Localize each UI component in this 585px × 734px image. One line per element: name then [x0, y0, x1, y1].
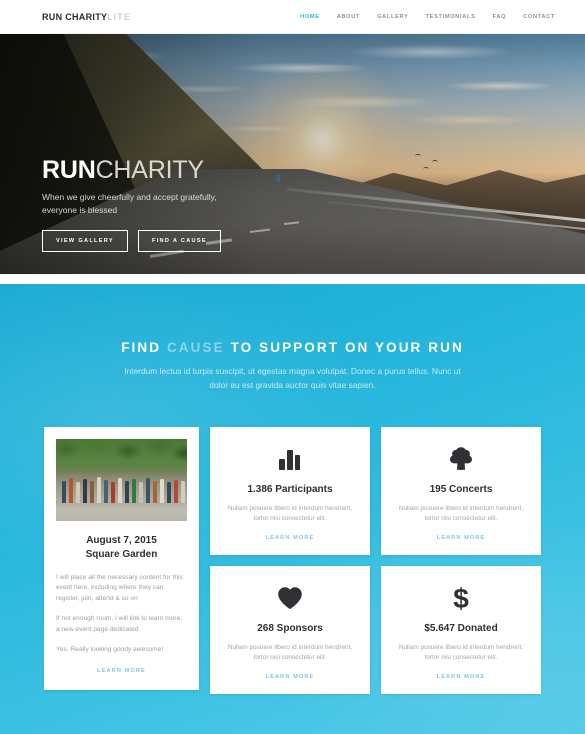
- hero-title-bold: RUN: [42, 155, 96, 184]
- section-title: FIND CAUSE TO SUPPORT ON YOUR RUN: [0, 340, 585, 355]
- nav-item-home[interactable]: HOME: [300, 14, 320, 20]
- crowd-figure: [97, 476, 101, 503]
- heart-icon: [224, 583, 356, 613]
- crowd-figure: [125, 480, 129, 503]
- stat-learn-more-link[interactable]: LEARN MORE: [395, 674, 527, 680]
- nav-item-about[interactable]: ABOUT: [337, 14, 360, 20]
- crowd-figure: [146, 477, 150, 503]
- event-learn-more-link[interactable]: LEARN MORE: [56, 668, 187, 674]
- main-navigation: HOME ABOUT GALLERY TESTIMONIALS FAQ CONT…: [300, 14, 555, 20]
- event-photo: [56, 438, 187, 521]
- crowd-figure: [160, 478, 164, 503]
- crowd-figure: [153, 480, 157, 503]
- stat-learn-more-link[interactable]: LEARN MORE: [395, 535, 527, 541]
- stat-learn-more-link[interactable]: LEARN MORE: [224, 674, 356, 680]
- nav-item-contact[interactable]: CONTACT: [523, 14, 555, 20]
- event-paragraph-2: If not enough room, I will link to learn…: [56, 615, 183, 634]
- crowd-figure: [139, 481, 143, 503]
- crowd-figure: [132, 478, 136, 503]
- crowd-figure: [76, 481, 80, 503]
- nav-item-gallery[interactable]: GALLERY: [377, 14, 408, 20]
- crowd-figure: [174, 479, 178, 503]
- event-paragraph-1: I will place all the necessary content f…: [56, 573, 183, 603]
- crowd-figure: [181, 480, 185, 503]
- hero-title: RUNCHARITY: [42, 155, 227, 184]
- crowd-figure: [118, 477, 122, 503]
- crowd-figure: [111, 481, 115, 503]
- hero-button-group: VIEW GALLERY FIND A CAUSE: [42, 230, 227, 252]
- view-gallery-button[interactable]: VIEW GALLERY: [42, 230, 128, 252]
- nav-item-faq[interactable]: FAQ: [493, 14, 507, 20]
- site-logo[interactable]: RUN CHARITYLITE: [42, 12, 131, 22]
- find-a-cause-button[interactable]: FIND A CAUSE: [137, 230, 221, 252]
- find-cause-section: FIND CAUSE TO SUPPORT ON YOUR RUN Interd…: [0, 284, 585, 734]
- event-date: August 7, 2015: [86, 534, 157, 546]
- section-divider: [0, 274, 585, 284]
- stat-title: $5.647 Donated: [424, 622, 498, 634]
- stat-card-sponsors: 268 Sponsors Nullam posuere libero id in…: [210, 565, 370, 694]
- stat-description: Nullam posuere libero id interdum hendre…: [227, 504, 353, 523]
- section-title-part2: CAUSE: [166, 340, 225, 355]
- event-title: August 7, 2015 Square Garden: [56, 534, 187, 562]
- stat-card-donated: $ $5.647 Donated Nullam posuere libero i…: [381, 565, 541, 694]
- hero-title-light: CHARITY: [95, 155, 205, 184]
- hero-content: RUNCHARITY When we give cheerfully and a…: [42, 155, 227, 252]
- logo-secondary-text: LITE: [107, 11, 132, 22]
- stat-card-participants: 1.386 Participants Nullam posuere libero…: [210, 426, 370, 555]
- stat-title: 195 Concerts: [429, 483, 493, 495]
- stat-title: 1.386 Participants: [247, 483, 333, 495]
- stat-card-concerts: 195 Concerts Nullam posuere libero id in…: [381, 426, 541, 555]
- photo-crowd: [56, 469, 187, 503]
- section-title-part3: TO SUPPORT ON YOUR RUN: [230, 340, 464, 355]
- crowd-figure: [69, 477, 73, 503]
- crowd-figure: [83, 478, 87, 503]
- crowd-figure: [62, 480, 66, 503]
- crowd-figure: [104, 479, 108, 503]
- svg-text:$: $: [453, 584, 469, 612]
- site-header: RUN CHARITYLITE HOME ABOUT GALLERY TESTI…: [0, 0, 585, 34]
- photo-ground: [56, 500, 187, 521]
- hero-subtitle: When we give cheerfully and accept grate…: [42, 191, 217, 215]
- stat-description: Nullam posuere libero id interdum hendre…: [398, 504, 524, 523]
- stat-description: Nullam posuere libero id interdum hendre…: [227, 643, 353, 662]
- dollar-icon: $: [395, 583, 527, 613]
- nav-item-testimonials[interactable]: TESTIMONIALS: [426, 14, 476, 20]
- logo-primary-text: RUN CHARITY: [42, 11, 108, 22]
- section-title-part1: FIND: [121, 340, 162, 355]
- tree-icon: [395, 444, 527, 474]
- event-card: August 7, 2015 Square Garden I will plac…: [44, 426, 199, 690]
- section-subtitle: Interdum lectus id turpis suscipit, ut e…: [124, 366, 461, 391]
- bar-chart-icon: [224, 444, 356, 474]
- stat-cards-grid: 1.386 Participants Nullam posuere libero…: [210, 426, 541, 694]
- crowd-figure: [90, 480, 94, 503]
- stat-description: Nullam posuere libero id interdum hendre…: [398, 643, 524, 662]
- stat-title: 268 Sponsors: [257, 622, 323, 634]
- hero-banner: RUNCHARITY When we give cheerfully and a…: [0, 34, 585, 274]
- cards-container: August 7, 2015 Square Garden I will plac…: [0, 393, 585, 734]
- event-venue: Square Garden: [85, 548, 158, 560]
- crowd-figure: [167, 481, 171, 503]
- stat-learn-more-link[interactable]: LEARN MORE: [224, 535, 356, 541]
- event-paragraph-3: Yes. Really looking goody awesome!: [56, 645, 164, 653]
